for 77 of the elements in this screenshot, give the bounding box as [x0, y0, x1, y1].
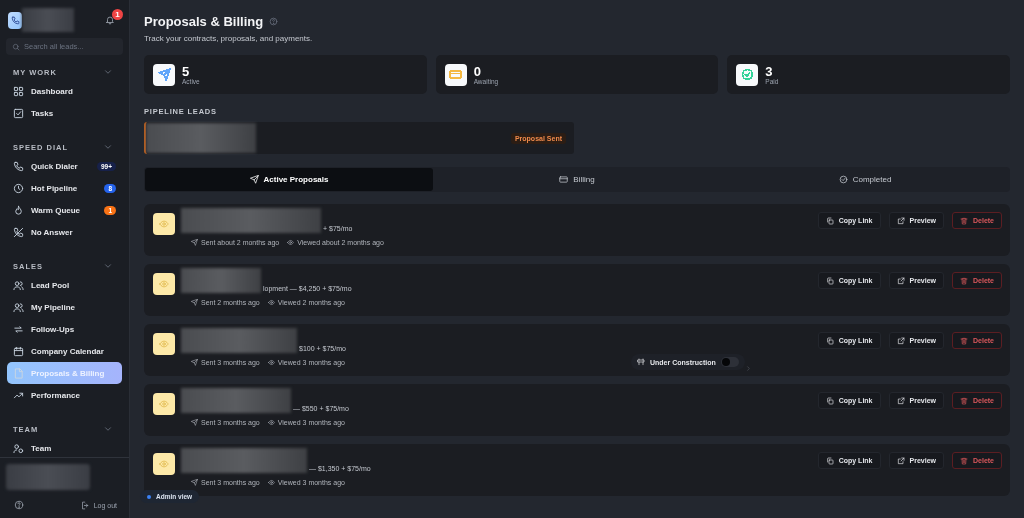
- calendar-icon: [13, 345, 24, 357]
- send-icon: [191, 239, 198, 246]
- repeat-icon: [13, 323, 24, 335]
- eye-icon: [267, 299, 275, 306]
- nav-item[interactable]: No Answer: [7, 221, 122, 243]
- trash-icon: [960, 216, 968, 225]
- copy-icon: [825, 456, 834, 465]
- nav-item[interactable]: Company Calendar: [7, 340, 122, 362]
- notification-badge: 1: [112, 9, 123, 20]
- eye-icon: [267, 359, 275, 366]
- send-icon: [191, 359, 198, 366]
- phone-logo-icon[interactable]: [8, 11, 22, 29]
- copy-icon: [825, 396, 834, 405]
- stat-value: 0: [473, 64, 482, 78]
- flame-icon: [13, 204, 24, 216]
- stat-value: 5: [182, 64, 191, 78]
- search-icon: [12, 43, 20, 51]
- nav-item[interactable]: Lead Pool: [7, 274, 122, 296]
- nav-item[interactable]: Performance: [7, 384, 122, 406]
- check-circle-icon: [838, 175, 848, 184]
- eye-tile-icon: [153, 453, 175, 475]
- toggle-switch[interactable]: [720, 357, 739, 367]
- eye-tile-icon: [153, 213, 175, 235]
- trash-icon: [960, 276, 968, 285]
- nav-item[interactable]: Follow-Ups: [7, 318, 122, 340]
- logout-icon: [80, 500, 90, 510]
- tab[interactable]: Completed: [721, 168, 1009, 191]
- copy-icon: [825, 276, 834, 285]
- send-icon: [249, 175, 259, 184]
- external-link-icon: [896, 396, 905, 405]
- trash-icon: [960, 396, 968, 405]
- external-link-icon: [896, 456, 905, 465]
- help-icon: [269, 17, 279, 26]
- send-icon: [191, 419, 198, 426]
- chevron-icon[interactable]: [103, 261, 113, 271]
- eye-tile-icon: [153, 273, 175, 295]
- external-link-icon: [896, 216, 905, 225]
- blurred-name: [22, 8, 74, 32]
- chevron-icon[interactable]: [103, 67, 113, 77]
- external-link-icon: [896, 336, 905, 345]
- document-icon: [13, 367, 24, 379]
- tab[interactable]: Active Proposals: [145, 168, 433, 191]
- users-icon: [13, 301, 24, 313]
- page-title: Proposals & Billing: [144, 14, 264, 29]
- nav-item[interactable]: Dashboard: [7, 80, 122, 102]
- external-link-icon: [896, 276, 905, 285]
- eye-tile-icon: [153, 393, 175, 415]
- stat-value: 3: [765, 64, 774, 78]
- help-icon[interactable]: [14, 500, 24, 510]
- page-subtitle: Track your contracts, proposals, and payments.: [144, 34, 314, 43]
- card-icon: [559, 175, 569, 184]
- chevron-icon[interactable]: [103, 142, 113, 152]
- eye-icon: [267, 419, 275, 426]
- team-icon: [13, 442, 24, 454]
- users-icon: [13, 279, 24, 291]
- phone-off-icon: [13, 226, 24, 238]
- trash-icon: [960, 336, 968, 345]
- chevron-icon[interactable]: [745, 365, 752, 372]
- copy-icon: [825, 216, 834, 225]
- nav-item[interactable]: My Pipeline: [7, 296, 122, 318]
- clock-icon: [13, 182, 24, 194]
- eye-tile-icon: [153, 333, 175, 355]
- copy-icon: [825, 336, 834, 345]
- chevron-icon[interactable]: [103, 424, 113, 434]
- dashboard-icon: [13, 85, 24, 97]
- checkbox-icon: [13, 107, 24, 119]
- nav-item[interactable]: Tasks: [7, 102, 122, 124]
- phone-icon: [13, 160, 24, 172]
- tab[interactable]: Billing: [433, 168, 721, 191]
- trash-icon: [960, 456, 968, 465]
- send-icon: [191, 299, 198, 306]
- nav-item[interactable]: Team: [7, 437, 122, 457]
- bell-icon[interactable]: [105, 15, 115, 25]
- phone-icon: [10, 15, 20, 25]
- eye-icon: [267, 479, 275, 486]
- send-icon: [191, 479, 198, 486]
- eye-icon: [287, 239, 295, 246]
